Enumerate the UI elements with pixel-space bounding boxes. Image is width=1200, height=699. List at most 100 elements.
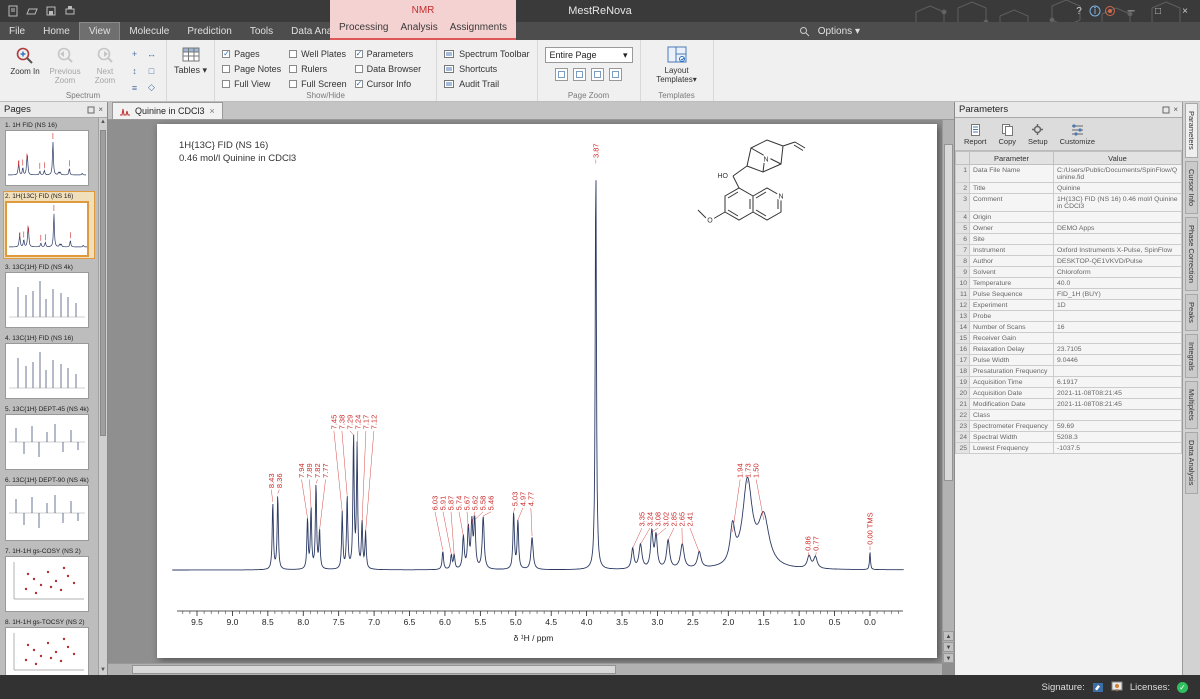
param-row[interactable]: 21Modification Date2021-11-08T08:21:45 bbox=[956, 399, 1182, 410]
checkbox-box[interactable] bbox=[289, 80, 297, 88]
page-item-4[interactable]: 4. 13C{1H} FID (NS 16) bbox=[4, 334, 94, 400]
dock-tab-data-analysis[interactable]: Data Analysis bbox=[1185, 432, 1198, 493]
param-row[interactable]: 1Data File NameC:/Users/Public/Documents… bbox=[956, 165, 1182, 183]
page-down-button[interactable]: ▼ bbox=[943, 642, 954, 652]
param-value[interactable]: FID_1H (BUY) bbox=[1054, 289, 1182, 300]
param-row[interactable]: 22Class bbox=[956, 410, 1182, 421]
param-value[interactable]: DEMO Apps bbox=[1054, 223, 1182, 234]
molecule-structure[interactable]: HO N N O bbox=[698, 140, 805, 225]
page-thumbnail[interactable] bbox=[5, 485, 89, 541]
param-value[interactable]: 1H{13C} FID (NS 16) 0.46 mol/l Quinine i… bbox=[1054, 194, 1182, 212]
peak-label[interactable]: 8.36 bbox=[275, 473, 284, 488]
audit-trail-button[interactable]: Audit Trail bbox=[444, 78, 529, 89]
page-item-8[interactable]: 8. 1H-1H gs-TOCSY (NS 2) bbox=[4, 618, 94, 675]
peak-label[interactable]: 0.77 bbox=[812, 536, 821, 551]
page-thumbnail[interactable] bbox=[5, 272, 89, 328]
setup-button[interactable]: Setup bbox=[1028, 123, 1048, 146]
param-value[interactable] bbox=[1054, 410, 1182, 421]
print-icon[interactable] bbox=[64, 5, 76, 17]
param-row[interactable]: 7InstrumentOxford Instruments X-Pulse, S… bbox=[956, 245, 1182, 256]
page-item-2[interactable]: 2. 1H{13C} FID (NS 16) bbox=[4, 192, 94, 258]
zoom-plus-icon[interactable]: + bbox=[127, 46, 142, 61]
page-item-7[interactable]: 7. 1H-1H gs-COSY (NS 2) bbox=[4, 547, 94, 613]
help-icon[interactable]: ? bbox=[1071, 1, 1087, 21]
param-row[interactable]: 25Lowest Frequency-1037.5 bbox=[956, 443, 1182, 454]
checkbox-parameters[interactable]: Parameters bbox=[355, 48, 422, 60]
param-value[interactable]: 40.0 bbox=[1054, 278, 1182, 289]
v-scroll-thumb[interactable] bbox=[944, 144, 953, 481]
close-panel-icon[interactable]: × bbox=[1173, 105, 1178, 114]
shortcuts-button[interactable]: Shortcuts bbox=[444, 63, 529, 74]
page-up-button[interactable]: ▲ bbox=[943, 631, 954, 641]
param-row[interactable]: 4Origin bbox=[956, 212, 1182, 223]
close-button[interactable]: × bbox=[1172, 1, 1198, 21]
param-value[interactable]: 59.69 bbox=[1054, 421, 1182, 432]
param-value[interactable]: 9.0446 bbox=[1054, 355, 1182, 366]
spectrum-page[interactable]: HO N N O 1H{13C} FID (NS 16)0.46 mol/l Q… bbox=[157, 124, 937, 658]
page-thumbnail[interactable] bbox=[5, 414, 89, 470]
spectrum-canvas[interactable]: HO N N O 1H{13C} FID (NS 16)0.46 mol/l Q… bbox=[108, 120, 942, 663]
close-panel-icon[interactable]: × bbox=[98, 105, 103, 114]
peak-label[interactable]: 3.87 bbox=[591, 143, 600, 158]
param-value[interactable]: 1D bbox=[1054, 300, 1182, 311]
param-row[interactable]: 15Receiver Gain bbox=[956, 333, 1182, 344]
save-icon[interactable] bbox=[45, 5, 57, 17]
checkbox-box[interactable] bbox=[289, 65, 297, 73]
dock-tab-integrals[interactable]: Integrals bbox=[1185, 334, 1198, 379]
checkbox-box[interactable] bbox=[222, 80, 230, 88]
param-row[interactable]: 13Probe bbox=[956, 311, 1182, 322]
checkbox-rulers[interactable]: Rulers bbox=[289, 63, 347, 75]
customize-button[interactable]: Customize bbox=[1060, 123, 1095, 146]
checkbox-well-plates[interactable]: Well Plates bbox=[289, 48, 347, 60]
search-icon[interactable] bbox=[799, 26, 810, 37]
tab-view[interactable]: View bbox=[79, 22, 121, 40]
page-thumbnail[interactable] bbox=[5, 556, 89, 612]
value-column-header[interactable]: Value bbox=[1054, 152, 1182, 165]
param-value[interactable] bbox=[1054, 333, 1182, 344]
page-thumbnail[interactable] bbox=[5, 201, 89, 257]
pan-vertical-icon[interactable]: ↕ bbox=[127, 63, 142, 78]
param-value[interactable]: Oxford Instruments X-Pulse, SpinFlow bbox=[1054, 245, 1182, 256]
param-row[interactable]: 17Pulse Width9.0446 bbox=[956, 355, 1182, 366]
param-value[interactable] bbox=[1054, 311, 1182, 322]
tab-processing[interactable]: Processing bbox=[339, 22, 388, 33]
dock-tab-parameters[interactable]: Parameters bbox=[1185, 103, 1198, 158]
new-document-icon[interactable] bbox=[7, 5, 19, 17]
param-row[interactable]: 18Presaturation Frequency bbox=[956, 366, 1182, 377]
param-value[interactable]: DESKTOP-QE1VKVD/Pulse bbox=[1054, 256, 1182, 267]
scroll-up-arrow[interactable]: ▲ bbox=[99, 118, 107, 127]
parameter-column-header[interactable]: Parameter bbox=[970, 152, 1054, 165]
h-scroll-thumb[interactable] bbox=[132, 665, 616, 674]
tab-assignments[interactable]: Assignments bbox=[450, 22, 507, 33]
tab-prediction[interactable]: Prediction bbox=[178, 22, 240, 40]
open-icon[interactable] bbox=[26, 5, 38, 17]
certificate-icon[interactable] bbox=[1111, 681, 1123, 693]
param-value[interactable]: Chloroform bbox=[1054, 267, 1182, 278]
minimize-button[interactable]: ─ bbox=[1118, 1, 1144, 21]
fit-region-icon[interactable]: □ bbox=[144, 63, 159, 78]
scroll-thumb[interactable] bbox=[100, 130, 106, 436]
page-thumbnail[interactable] bbox=[5, 343, 89, 399]
horizontal-scrollbar[interactable] bbox=[108, 663, 942, 675]
tab-molecule[interactable]: Molecule bbox=[120, 22, 178, 40]
zoom-selection-icon[interactable] bbox=[609, 68, 622, 81]
param-value[interactable]: 6.1917 bbox=[1054, 377, 1182, 388]
dock-tab-multiplets[interactable]: Multiplets bbox=[1185, 381, 1198, 429]
checkbox-full-view[interactable]: Full View bbox=[222, 78, 281, 90]
page-item-6[interactable]: 6. 13C{1H} DEPT-90 (NS 4k) bbox=[4, 476, 94, 542]
page-thumbnail[interactable] bbox=[5, 627, 89, 675]
pages-scrollbar[interactable]: ▲ ▼ bbox=[98, 118, 107, 675]
param-row[interactable]: 20Acquisition Date2021-11-08T08:21:45 bbox=[956, 388, 1182, 399]
param-value[interactable] bbox=[1054, 366, 1182, 377]
options-menu[interactable]: Options ▾ bbox=[818, 26, 860, 37]
info-icon[interactable] bbox=[1088, 4, 1102, 18]
fit-page-icon[interactable] bbox=[591, 68, 604, 81]
checkbox-box[interactable] bbox=[355, 65, 363, 73]
dock-tab-cursor-info[interactable]: Cursor Info bbox=[1185, 161, 1198, 214]
checkbox-box[interactable] bbox=[222, 65, 230, 73]
tables-button[interactable]: Tables ▾ bbox=[174, 43, 207, 76]
param-row[interactable]: 3Comment1H{13C} FID (NS 16) 0.46 mol/l Q… bbox=[956, 194, 1182, 212]
param-value[interactable]: 16 bbox=[1054, 322, 1182, 333]
checkbox-data-browser[interactable]: Data Browser bbox=[355, 63, 422, 75]
param-row[interactable]: 2TitleQuinine bbox=[956, 183, 1182, 194]
